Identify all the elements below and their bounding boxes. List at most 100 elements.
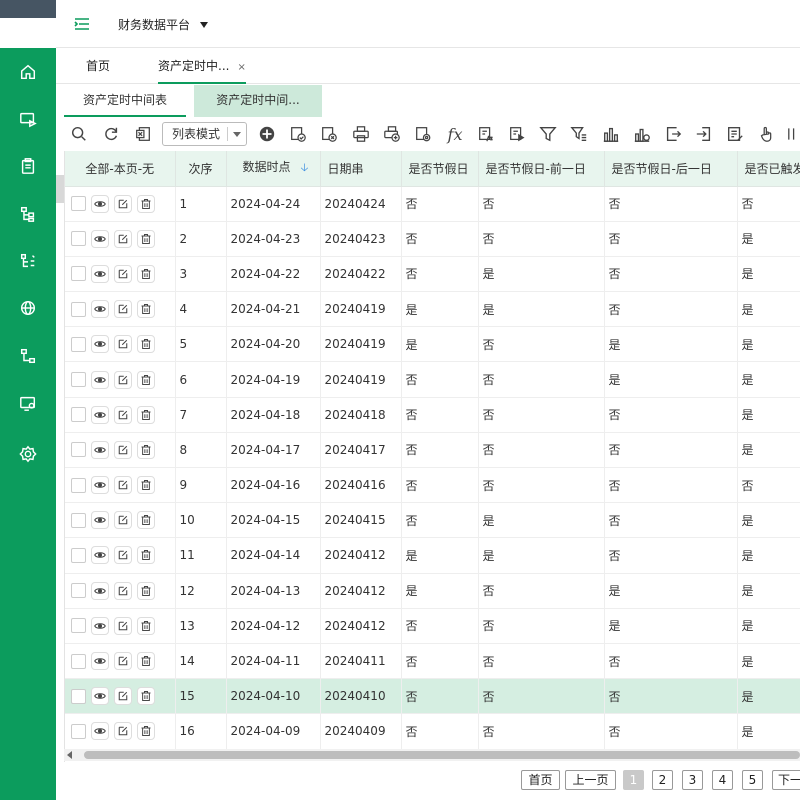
add-icon[interactable] <box>256 123 278 145</box>
row-checkbox[interactable] <box>71 618 86 634</box>
tree-list-icon[interactable] <box>12 245 44 277</box>
first-page-button[interactable]: 首页 <box>521 770 560 790</box>
home-icon[interactable] <box>12 56 44 88</box>
horizontal-scrollbar[interactable] <box>64 749 800 761</box>
formula-doc-icon[interactable] <box>475 123 497 145</box>
delete-trash-icon[interactable] <box>137 264 155 283</box>
formula-icon[interactable]: fx <box>444 123 466 145</box>
view-eye-icon[interactable] <box>91 616 109 635</box>
delete-trash-icon[interactable] <box>137 300 155 319</box>
filter-icon[interactable] <box>537 123 559 145</box>
org-chart-icon[interactable] <box>12 198 44 230</box>
export-icon[interactable] <box>662 123 684 145</box>
row-checkbox[interactable] <box>71 688 86 704</box>
delete-trash-icon[interactable] <box>137 194 155 213</box>
screen-settings-icon[interactable] <box>12 387 44 419</box>
table-row[interactable]: 3 2024-04-22 20240422 否是否是 <box>65 256 800 293</box>
edit-icon[interactable] <box>114 440 132 459</box>
row-checkbox[interactable] <box>71 653 86 669</box>
delete-trash-icon[interactable] <box>137 476 155 495</box>
table-row[interactable]: 13 2024-04-12 20240412 否否是是 <box>65 608 800 644</box>
table-row[interactable]: 12 2024-04-13 20240412 是否是是 <box>65 573 800 609</box>
monitor-icon[interactable] <box>12 103 44 135</box>
table-row[interactable]: 6 2024-04-19 20240419 否否是是 <box>65 361 800 398</box>
row-checkbox[interactable] <box>71 547 86 563</box>
subtab-asset-timer-table[interactable]: 资产定时中间表 <box>64 85 186 117</box>
row-checkbox[interactable] <box>71 196 86 212</box>
view-eye-icon[interactable] <box>91 229 109 248</box>
sort-down-icon[interactable]: 🡣 <box>301 161 309 174</box>
header-data-time[interactable]: 数据时点 🡣 <box>226 151 321 187</box>
approve-icon[interactable] <box>287 123 309 145</box>
delete-trash-icon[interactable] <box>137 687 155 706</box>
delete-trash-icon[interactable] <box>137 405 155 424</box>
gear-icon[interactable] <box>12 438 44 470</box>
export-excel-icon[interactable] <box>132 123 154 145</box>
scrollbar-thumb[interactable] <box>84 751 800 759</box>
header-select-scope[interactable]: 全部-本页-无 <box>65 151 176 187</box>
row-checkbox[interactable] <box>71 583 86 599</box>
delete-trash-icon[interactable] <box>137 229 155 248</box>
view-eye-icon[interactable] <box>91 546 109 565</box>
row-checkbox[interactable] <box>71 266 86 282</box>
print-add-icon[interactable] <box>381 123 403 145</box>
print-icon[interactable] <box>350 123 372 145</box>
edit-icon[interactable] <box>114 546 132 565</box>
prev-page-button[interactable]: 上一页 <box>565 770 616 790</box>
platform-selector[interactable]: 财务数据平台 <box>118 16 209 33</box>
table-row[interactable]: 9 2024-04-16 20240416 否否否否 <box>65 467 800 504</box>
row-checkbox[interactable] <box>71 301 86 317</box>
table-row[interactable]: 5 2024-04-20 20240419 是否是是 <box>65 326 800 363</box>
table-row[interactable]: 2 2024-04-23 20240423 否否否是 <box>65 221 800 257</box>
delete-trash-icon[interactable] <box>137 511 155 530</box>
edit-icon[interactable] <box>114 476 132 495</box>
next-page-button[interactable]: 下一 <box>772 770 800 790</box>
view-eye-icon[interactable] <box>91 335 109 354</box>
view-mode-select[interactable]: 列表模式 <box>162 122 247 146</box>
sidebar-splitter[interactable] <box>56 175 64 203</box>
page-button-4[interactable]: 4 <box>712 770 733 790</box>
edit-icon[interactable] <box>114 194 132 213</box>
delete-trash-icon[interactable] <box>137 616 155 635</box>
view-eye-icon[interactable] <box>91 511 109 530</box>
view-eye-icon[interactable] <box>91 264 109 283</box>
tab-home[interactable]: 首页 <box>86 48 110 84</box>
menu-toggle-icon[interactable] <box>72 14 92 34</box>
header-holiday-prev[interactable]: 是否节假日-前一日 <box>478 151 605 187</box>
edit-icon[interactable] <box>114 687 132 706</box>
header-order[interactable]: 次序 <box>175 151 227 187</box>
hierarchy-icon[interactable] <box>12 340 44 372</box>
tab-asset-timer[interactable]: 资产定时中... × <box>158 48 246 84</box>
document-edit-icon[interactable] <box>724 123 746 145</box>
page-button-5[interactable]: 5 <box>742 770 763 790</box>
close-icon[interactable]: × <box>237 50 245 86</box>
view-eye-icon[interactable] <box>91 300 109 319</box>
view-eye-icon[interactable] <box>91 687 109 706</box>
import-icon[interactable] <box>693 123 715 145</box>
delete-trash-icon[interactable] <box>137 722 155 741</box>
scroll-left-icon[interactable] <box>67 751 72 759</box>
delete-trash-icon[interactable] <box>137 652 155 671</box>
header-date-string[interactable]: 日期串 <box>320 151 402 187</box>
header-triggered[interactable]: 是否已触发 <box>737 151 800 187</box>
row-checkbox[interactable] <box>71 372 86 388</box>
delete-trash-icon[interactable] <box>137 370 155 389</box>
delete-trash-icon[interactable] <box>137 546 155 565</box>
table-row[interactable]: 14 2024-04-11 20240411 否否否是 <box>65 643 800 680</box>
header-holiday-next[interactable]: 是否节假日-后一日 <box>604 151 738 187</box>
refresh-icon[interactable] <box>100 123 122 145</box>
edit-icon[interactable] <box>114 652 132 671</box>
delete-trash-icon[interactable] <box>137 581 155 600</box>
view-eye-icon[interactable] <box>91 405 109 424</box>
view-eye-icon[interactable] <box>91 581 109 600</box>
bar-chart-icon[interactable] <box>600 123 622 145</box>
view-eye-icon[interactable] <box>91 440 109 459</box>
table-row[interactable]: 8 2024-04-17 20240417 否否否是 <box>65 432 800 469</box>
view-eye-icon[interactable] <box>91 370 109 389</box>
page-button-3[interactable]: 3 <box>682 770 703 790</box>
edit-icon[interactable] <box>114 405 132 424</box>
run-report-icon[interactable] <box>506 123 528 145</box>
search-icon[interactable] <box>68 123 90 145</box>
table-row[interactable]: 16 2024-04-09 20240409 否否否是 <box>65 713 800 750</box>
header-is-holiday[interactable]: 是否节假日 <box>401 151 479 187</box>
